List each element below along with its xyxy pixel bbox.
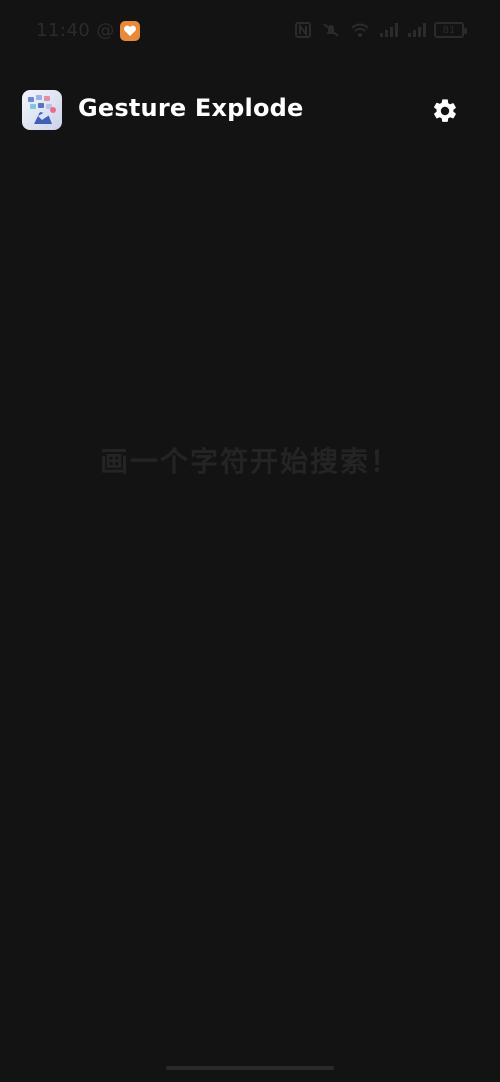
signal-icon bbox=[378, 22, 398, 38]
home-gesture-bar[interactable] bbox=[166, 1066, 334, 1070]
status-bar: 11:40 @ 81 bbox=[0, 0, 500, 64]
app-logo-icon bbox=[22, 90, 62, 130]
battery-level: 81 bbox=[442, 24, 456, 36]
signal-icon-2 bbox=[406, 22, 426, 38]
mute-icon bbox=[322, 22, 340, 38]
battery-icon: 81 bbox=[434, 22, 467, 38]
app-screen: 11:40 @ 81 Gesture Explode 画一个字符开始搜索！ bbox=[0, 0, 500, 1082]
app-bar: Gesture Explode bbox=[0, 88, 500, 132]
notification-app-icon bbox=[120, 20, 141, 41]
gear-icon bbox=[434, 99, 456, 122]
nfc-icon bbox=[294, 22, 312, 38]
status-left: 11:40 @ bbox=[36, 20, 141, 41]
status-right: 81 bbox=[294, 22, 467, 38]
settings-button[interactable] bbox=[430, 96, 460, 126]
draw-to-search-hint: 画一个字符开始搜索！ bbox=[99, 445, 400, 478]
app-title: Gesture Explode bbox=[78, 94, 304, 122]
wifi-icon bbox=[350, 22, 369, 38]
status-time: 11:40 bbox=[36, 20, 91, 41]
status-at: @ bbox=[96, 20, 115, 41]
